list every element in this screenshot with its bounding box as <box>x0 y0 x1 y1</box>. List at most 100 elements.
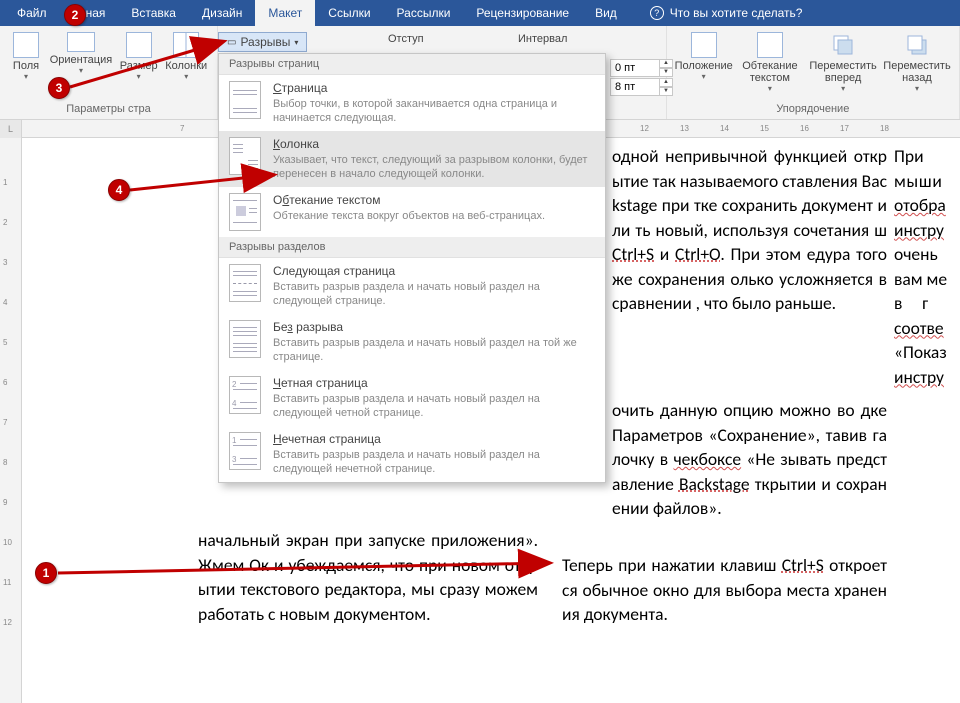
wrap-button[interactable]: Обтекание текстом ▾ <box>735 30 806 95</box>
doc-column-2-p1[interactable]: одной непривычной функцией открытие так … <box>612 144 887 316</box>
doc-column-3[interactable]: При мыши отобра инстру очень вам ме в г … <box>894 144 960 389</box>
text-wrap-icon <box>229 193 261 231</box>
spin-down[interactable]: ▼ <box>659 87 673 96</box>
doc-column-2-p3[interactable]: Теперь при нажатии клавиш Ctrl+S откроет… <box>562 553 887 627</box>
breaks-label: Разрывы <box>240 35 290 49</box>
even-page-icon: 24 <box>229 376 261 414</box>
menu-item-title: Колонка <box>273 137 595 151</box>
ruler-corner: L <box>0 120 22 138</box>
margins-button[interactable]: Поля ▾ <box>6 30 46 83</box>
spacing-after-input[interactable] <box>610 78 660 96</box>
callout-2: 2 <box>64 4 86 26</box>
menu-item-desc: Вставить разрыв раздела и начать новый р… <box>273 280 595 308</box>
odd-page-icon: 13 <box>229 432 261 470</box>
size-label: Размер <box>120 60 158 72</box>
breaks-dropdown: Разрывы страниц Страница Выбор точки, в … <box>218 53 606 483</box>
menu-item-title: Следующая страница <box>273 264 595 278</box>
tab-view[interactable]: Вид <box>582 0 630 26</box>
position-icon <box>691 32 717 58</box>
breaks-icon: ▭ <box>227 37 236 48</box>
chevron-down-icon: ▾ <box>184 72 188 81</box>
tab-design[interactable]: Дизайн <box>189 0 255 26</box>
arrange-group-label: Упорядочение <box>673 101 953 117</box>
chevron-down-icon: ▾ <box>294 38 298 47</box>
menu-item-desc: Вставить разрыв раздела и начать новый р… <box>273 336 595 364</box>
breaks-button[interactable]: ▭ Разрывы ▾ <box>218 32 307 52</box>
size-button[interactable]: Размер ▾ <box>116 30 161 83</box>
menu-item-page-break[interactable]: Страница Выбор точки, в которой заканчив… <box>219 75 605 131</box>
tab-review[interactable]: Рецензирование <box>463 0 582 26</box>
menu-item-even-page[interactable]: 24 Четная страница Вставить разрыв разде… <box>219 370 605 426</box>
next-page-icon <box>229 264 261 302</box>
tab-references[interactable]: Ссылки <box>315 0 383 26</box>
menu-item-title: Четная страница <box>273 376 595 390</box>
spacing-before-input[interactable] <box>610 59 660 77</box>
send-backward-label: Переместить назад <box>883 60 950 84</box>
size-icon <box>126 32 152 58</box>
menu-item-desc: Вставить разрыв раздела и начать новый р… <box>273 392 595 420</box>
tab-layout[interactable]: Макет <box>255 0 315 26</box>
menu-item-desc: Вставить разрыв раздела и начать новый р… <box>273 448 595 476</box>
spin-up[interactable]: ▲ <box>659 59 673 68</box>
position-label: Положение <box>675 60 733 72</box>
orientation-button[interactable]: Ориентация ▾ <box>46 30 116 77</box>
wrap-label: Обтекание текстом <box>739 60 802 84</box>
bring-forward-button[interactable]: Переместить вперед ▾ <box>805 30 881 95</box>
menu-item-title: Без разрыва <box>273 320 595 334</box>
menu-item-title: Нечетная страница <box>273 432 595 446</box>
column-break-icon <box>229 137 261 175</box>
margins-label: Поля <box>13 60 39 72</box>
menu-item-odd-page[interactable]: 13 Нечетная страница Вставить разрыв раз… <box>219 426 605 482</box>
tell-me-label: Что вы хотите сделать? <box>670 6 803 20</box>
group-arrange: Положение ▾ Обтекание текстом ▾ Перемест… <box>667 26 960 119</box>
menu-item-text-wrap[interactable]: Обтекание текстом Обтекание текста вокру… <box>219 187 605 237</box>
menubar: Файл авная Вставка Дизайн Макет Ссылки Р… <box>0 0 960 26</box>
chevron-down-icon: ▾ <box>137 72 141 81</box>
chevron-down-icon: ▾ <box>79 66 83 75</box>
columns-icon <box>173 32 199 58</box>
menu-item-desc: Указывает, что текст, следующий за разры… <box>273 153 595 181</box>
spacing-after-row: ▲▼ <box>610 78 673 96</box>
menu-item-continuous[interactable]: Без разрыва Вставить разрыв раздела и на… <box>219 314 605 370</box>
orientation-label: Ориентация <box>50 54 112 66</box>
send-backward-icon <box>904 32 930 58</box>
bulb-icon: ? <box>650 6 664 20</box>
doc-column-2-p2[interactable]: очить данную опцию можно во дке Параметр… <box>612 398 887 521</box>
bring-forward-icon <box>830 32 856 58</box>
orientation-icon <box>67 32 95 52</box>
position-button[interactable]: Положение ▾ <box>673 30 735 83</box>
tab-insert[interactable]: Вставка <box>118 0 189 26</box>
indent-group-label: Отступ <box>388 33 424 45</box>
tab-file[interactable]: Файл <box>4 0 60 26</box>
menu-item-title: Страница <box>273 81 595 95</box>
callout-1: 1 <box>35 562 57 584</box>
tab-mailings[interactable]: Рассылки <box>384 0 464 26</box>
callout-4: 4 <box>108 179 130 201</box>
spin-down[interactable]: ▼ <box>659 68 673 77</box>
ruler-vertical[interactable]: 1 2 3 4 5 6 7 8 9 10 11 12 <box>0 138 22 703</box>
chevron-down-icon: ▾ <box>841 84 845 93</box>
wrap-icon <box>757 32 783 58</box>
chevron-down-icon: ▾ <box>702 72 706 81</box>
columns-button[interactable]: Колонки ▾ <box>161 30 211 83</box>
menu-item-desc: Обтекание текста вокруг объектов на веб-… <box>273 209 545 223</box>
page-setup-group-label: Параметры стра <box>6 101 211 117</box>
spin-up[interactable]: ▲ <box>659 78 673 87</box>
bring-forward-label: Переместить вперед <box>809 60 877 84</box>
send-backward-button[interactable]: Переместить назад ▾ <box>881 30 953 95</box>
callout-3: 3 <box>48 77 70 99</box>
interval-group-label: Интервал <box>518 33 567 45</box>
margins-icon <box>13 32 39 58</box>
page-break-icon <box>229 81 261 119</box>
doc-column-1[interactable]: начальный экран при запуске приложения».… <box>198 528 538 626</box>
dropdown-section-section-breaks: Разрывы разделов <box>219 237 605 258</box>
spacing-before-row: ▲▼ <box>610 59 673 77</box>
dropdown-section-page-breaks: Разрывы страниц <box>219 54 605 75</box>
menu-item-column-break[interactable]: Колонка Указывает, что текст, следующий … <box>219 131 605 187</box>
chevron-down-icon: ▾ <box>24 72 28 81</box>
chevron-down-icon: ▾ <box>768 84 772 93</box>
continuous-icon <box>229 320 261 358</box>
tell-me-search[interactable]: ? Что вы хотите сделать? <box>650 6 803 20</box>
menu-item-next-page[interactable]: Следующая страница Вставить разрыв разде… <box>219 258 605 314</box>
menu-item-desc: Выбор точки, в которой заканчивается одн… <box>273 97 595 125</box>
